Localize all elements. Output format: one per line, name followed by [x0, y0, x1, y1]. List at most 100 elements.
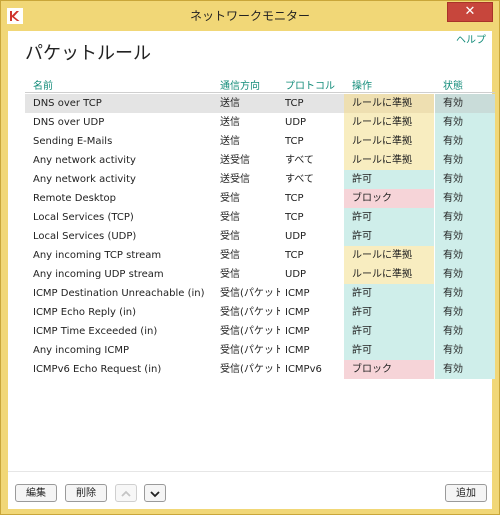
column-header-action[interactable]: 操作 — [352, 77, 372, 92]
protocol-cell: TCP — [285, 250, 304, 261]
table-row[interactable]: Remote Desktop 受信 TCP ブロック 有効 — [25, 189, 495, 208]
table-row[interactable]: ICMP Echo Reply (in) 受信(パケット) ICMP 許可有効 — [25, 303, 495, 322]
table-row[interactable]: Any network activity 送受信 すべて ルールに準拠 有効 — [25, 151, 495, 170]
direction-cell: 受信 — [220, 250, 240, 261]
action-cell: ルールに準拠 — [344, 151, 434, 170]
protocol-cell: ICMP — [285, 288, 310, 299]
direction-cell: 受信(パケット) — [220, 364, 280, 375]
table-row[interactable]: DNS over UDP 送信 UDP ルールに準拠 有効 — [25, 113, 495, 132]
column-separator — [434, 360, 435, 379]
rule-name-cell: Local Services (UDP) — [33, 231, 137, 242]
table-row[interactable]: DNS over TCP 送信 TCP ルールに準拠 有効 — [25, 94, 495, 113]
table-row[interactable]: Local Services (UDP) 受信 UDP 許可 有効 — [25, 227, 495, 246]
window-title: ネットワークモニター — [189, 9, 310, 23]
state-cell: 有効 — [435, 246, 495, 265]
state-cell: 有効 — [435, 341, 495, 360]
action-cell: ルールに準拠 — [344, 132, 434, 151]
column-separator — [434, 303, 435, 322]
protocol-cell: ICMP — [285, 345, 310, 356]
table-row[interactable]: Any incoming UDP stream 受信 UDP ルールに準拠 有効 — [25, 265, 495, 284]
protocol-cell: すべて — [285, 155, 314, 166]
direction-cell: 受信(パケット) — [220, 288, 280, 299]
column-separator — [434, 322, 435, 341]
state-cell: 有効 — [435, 189, 495, 208]
table-row[interactable]: Any network activity 送受信 すべて 許可 有効 — [25, 170, 495, 189]
rule-name-cell: ICMP Time Exceeded (in) — [33, 326, 158, 337]
table-row[interactable]: Any incoming ICMP 受信(パケット) ICMP 許可有効 — [25, 341, 495, 360]
protocol-cell: UDP — [285, 269, 307, 280]
column-separator — [434, 284, 435, 303]
move-down-button[interactable] — [144, 484, 166, 502]
chevron-up-icon — [121, 490, 131, 497]
delete-button[interactable]: 削除 — [65, 484, 107, 502]
rule-name-cell: Local Services (TCP) — [33, 212, 134, 223]
column-separator — [434, 151, 435, 170]
title-bar[interactable]: ネットワークモニター ✕ — [1, 1, 499, 31]
column-header-protocol[interactable]: プロトコル — [285, 77, 335, 92]
rule-name-cell: Any network activity — [33, 174, 136, 185]
state-cell: 有効 — [435, 360, 495, 379]
rule-name-cell: Any incoming UDP stream — [33, 269, 164, 280]
move-up-button[interactable] — [115, 484, 137, 502]
table-row[interactable]: Sending E-Mails 送信 TCP ルールに準拠 有効 — [25, 132, 495, 151]
column-separator — [434, 246, 435, 265]
direction-cell: 受信(パケット) — [220, 307, 280, 318]
column-separator — [434, 227, 435, 246]
action-cell: ブロック — [344, 189, 434, 208]
protocol-cell: TCP — [285, 98, 304, 109]
state-cell: 有効 — [435, 227, 495, 246]
table-row[interactable]: Local Services (TCP) 受信 TCP 許可 有効 — [25, 208, 495, 227]
direction-cell: 送受信 — [220, 155, 250, 166]
rule-name-cell: Any incoming ICMP — [33, 345, 129, 356]
page-title: パケットルール — [25, 43, 151, 64]
rule-name-cell: ICMP Echo Reply (in) — [33, 307, 137, 318]
rule-name-cell: DNS over UDP — [33, 117, 105, 128]
protocol-cell: ICMPv6 — [285, 364, 322, 375]
state-cell: 有効 — [435, 94, 495, 113]
rule-name-cell: ICMP Destination Unreachable (in) — [33, 288, 205, 299]
direction-cell: 受信(パケット) — [220, 345, 280, 356]
column-header-direction[interactable]: 通信方向 — [220, 77, 260, 92]
state-cell: 有効 — [435, 170, 495, 189]
table-row[interactable]: ICMP Time Exceeded (in) 受信(パケット) ICMP 許可有効 — [25, 322, 495, 341]
add-button[interactable]: 追加 — [445, 484, 487, 502]
action-cell: 許可 — [344, 284, 434, 303]
rule-name-cell: Sending E-Mails — [33, 136, 113, 147]
action-cell: 許可 — [344, 303, 434, 322]
action-cell: 許可 — [344, 322, 434, 341]
column-header-name[interactable]: 名前 — [33, 77, 53, 92]
state-cell: 有効 — [435, 265, 495, 284]
direction-cell: 送信 — [220, 117, 240, 128]
content-panel: ヘルプ パケットルール 名前 通信方向 プロトコル 操作 状態 DNS over… — [8, 31, 495, 509]
close-button[interactable]: ✕ — [447, 2, 493, 22]
table-row[interactable]: ICMP Destination Unreachable (in) 受信(パケット… — [25, 284, 495, 303]
action-cell: 許可 — [344, 227, 434, 246]
column-separator — [434, 132, 435, 151]
protocol-cell: ICMP — [285, 326, 310, 337]
rule-name-cell: Remote Desktop — [33, 193, 117, 204]
protocol-cell: UDP — [285, 117, 307, 128]
table-row[interactable]: ICMPv6 Echo Request (in) 受信(パケット) ICMPv6 ブロ… — [25, 360, 495, 379]
state-cell: 有効 — [435, 132, 495, 151]
state-cell: 有効 — [435, 303, 495, 322]
close-icon: ✕ — [464, 4, 476, 19]
state-cell: 有効 — [435, 322, 495, 341]
rule-name-cell: Any network activity — [33, 155, 136, 166]
column-header-state[interactable]: 状態 — [443, 77, 463, 92]
column-separator — [434, 341, 435, 360]
direction-cell: 受信 — [220, 231, 240, 242]
table-row[interactable]: Any incoming TCP stream 受信 TCP ルールに準拠 有効 — [25, 246, 495, 265]
protocol-cell: TCP — [285, 136, 304, 147]
direction-cell: 送信 — [220, 98, 240, 109]
edit-button[interactable]: 編集 — [15, 484, 57, 502]
direction-cell: 受信 — [220, 269, 240, 280]
action-cell: ブロック — [344, 360, 434, 379]
protocol-cell: ICMP — [285, 307, 310, 318]
rule-name-cell: DNS over TCP — [33, 98, 102, 109]
protocol-cell: TCP — [285, 212, 304, 223]
help-link[interactable]: ヘルプ — [456, 31, 486, 46]
direction-cell: 受信 — [220, 193, 240, 204]
state-cell: 有効 — [435, 208, 495, 227]
state-cell: 有効 — [435, 113, 495, 132]
protocol-cell: TCP — [285, 193, 304, 204]
